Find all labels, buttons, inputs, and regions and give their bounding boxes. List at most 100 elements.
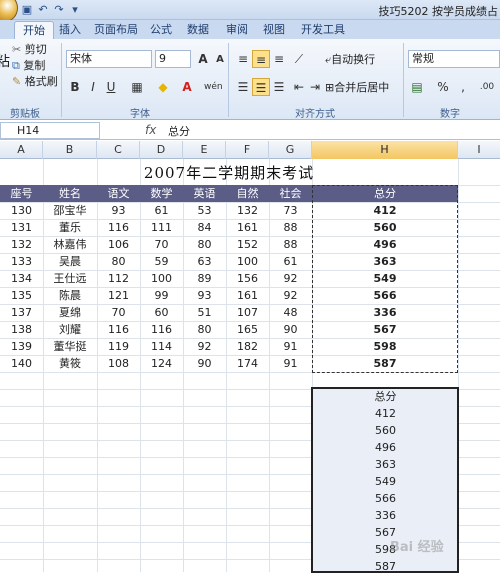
save-icon[interactable]: ▣: [20, 3, 34, 16]
column-header-d[interactable]: D: [140, 141, 183, 159]
cell-science[interactable]: 165: [226, 321, 269, 338]
column-header-h[interactable]: H: [312, 141, 458, 159]
grow-font-icon[interactable]: A: [194, 50, 212, 68]
tab-home[interactable]: 开始: [14, 21, 54, 39]
column-header-g[interactable]: G: [269, 141, 312, 159]
cell-seat[interactable]: 134: [0, 270, 43, 287]
cell-seat[interactable]: 140: [0, 355, 43, 372]
cell-social[interactable]: 88: [269, 236, 312, 253]
format-painter-button[interactable]: ✎ 格式刷: [12, 74, 58, 89]
customize-icon[interactable]: ▾: [68, 3, 82, 16]
comma-icon[interactable]: ,: [454, 78, 472, 96]
fill-color-icon[interactable]: ◆: [154, 78, 172, 96]
cell-chinese[interactable]: 121: [97, 287, 140, 304]
cell-seat[interactable]: 135: [0, 287, 43, 304]
cell-math[interactable]: 114: [140, 338, 183, 355]
cell-math[interactable]: 60: [140, 304, 183, 321]
cell-name[interactable]: 黄筱: [43, 355, 97, 372]
cell-social[interactable]: 91: [269, 338, 312, 355]
header-chinese[interactable]: 语文: [97, 185, 140, 202]
percent-icon[interactable]: %: [434, 78, 452, 96]
cell-social[interactable]: 61: [269, 253, 312, 270]
cell-name[interactable]: 董乐: [43, 219, 97, 236]
increase-indent-icon[interactable]: ⇥: [306, 78, 324, 96]
cell-science[interactable]: 152: [226, 236, 269, 253]
name-box[interactable]: H14: [0, 122, 100, 139]
cell-seat[interactable]: 138: [0, 321, 43, 338]
tab-insert[interactable]: 插入: [55, 21, 85, 39]
tab-data[interactable]: 数据: [183, 21, 213, 39]
cell-math[interactable]: 61: [140, 202, 183, 219]
paste-button[interactable]: 粘: [0, 55, 10, 70]
increase-decimal-icon[interactable]: .00: [474, 78, 500, 96]
cell-name[interactable]: 林嘉伟: [43, 236, 97, 253]
font-color-icon[interactable]: A: [178, 78, 196, 96]
cell-seat[interactable]: 130: [0, 202, 43, 219]
cell-social[interactable]: 48: [269, 304, 312, 321]
orientation-icon[interactable]: ⟋: [290, 50, 308, 68]
cell-name[interactable]: 刘耀: [43, 321, 97, 338]
italic-button[interactable]: I: [84, 78, 102, 96]
underline-button[interactable]: U: [102, 78, 120, 96]
cell-math[interactable]: 111: [140, 219, 183, 236]
cell-social[interactable]: 92: [269, 270, 312, 287]
cell-chinese[interactable]: 80: [97, 253, 140, 270]
align-middle-icon[interactable]: ≡: [252, 50, 270, 68]
tab-formulas[interactable]: 公式: [146, 21, 176, 39]
align-bottom-icon[interactable]: ≡: [270, 50, 288, 68]
header-english[interactable]: 英语: [183, 185, 226, 202]
column-header-i[interactable]: I: [458, 141, 500, 159]
cell-math[interactable]: 100: [140, 270, 183, 287]
cell-seat[interactable]: 133: [0, 253, 43, 270]
cell-name[interactable]: 邵宝华: [43, 202, 97, 219]
cell-name[interactable]: 董华挺: [43, 338, 97, 355]
cell-name[interactable]: 吴晨: [43, 253, 97, 270]
merge-center-button[interactable]: ⊞合并后居中: [325, 80, 389, 95]
cell-science[interactable]: 174: [226, 355, 269, 372]
cell-chinese[interactable]: 112: [97, 270, 140, 287]
header-social[interactable]: 社会: [269, 185, 312, 202]
cell-chinese[interactable]: 108: [97, 355, 140, 372]
cell-name[interactable]: 夏绵: [43, 304, 97, 321]
font-name-select[interactable]: 宋体: [66, 50, 152, 68]
cell-english[interactable]: 84: [183, 219, 226, 236]
cell-english[interactable]: 80: [183, 321, 226, 338]
header-math[interactable]: 数学: [140, 185, 183, 202]
align-left-icon[interactable]: ☰: [234, 78, 252, 96]
tab-review[interactable]: 审阅: [222, 21, 252, 39]
align-center-icon[interactable]: ☰: [252, 78, 270, 96]
cell-chinese[interactable]: 70: [97, 304, 140, 321]
cell-name[interactable]: 陈晨: [43, 287, 97, 304]
align-right-icon[interactable]: ☰: [270, 78, 288, 96]
cell-science[interactable]: 107: [226, 304, 269, 321]
cell-social[interactable]: 88: [269, 219, 312, 236]
cell-seat[interactable]: 139: [0, 338, 43, 355]
cell-english[interactable]: 93: [183, 287, 226, 304]
office-button[interactable]: [0, 0, 18, 22]
cell-english[interactable]: 80: [183, 236, 226, 253]
phonetic-icon[interactable]: wén: [204, 78, 223, 96]
column-header-f[interactable]: F: [226, 141, 269, 159]
cell-chinese[interactable]: 116: [97, 321, 140, 338]
bold-button[interactable]: B: [66, 78, 84, 96]
cell-english[interactable]: 92: [183, 338, 226, 355]
worksheet-grid[interactable]: 2007年二学期期末考试 座号 姓名 语文 数学 英语 自然 社会 总分 130…: [0, 159, 500, 573]
wrap-text-button[interactable]: ⤶自动换行: [325, 52, 375, 67]
cell-math[interactable]: 70: [140, 236, 183, 253]
cell-chinese[interactable]: 93: [97, 202, 140, 219]
tab-developer[interactable]: 开发工具: [297, 21, 349, 39]
cell-math[interactable]: 124: [140, 355, 183, 372]
cell-chinese[interactable]: 106: [97, 236, 140, 253]
cut-button[interactable]: ✂ 剪切: [12, 42, 47, 57]
align-top-icon[interactable]: ≡: [234, 50, 252, 68]
cell-science[interactable]: 100: [226, 253, 269, 270]
column-header-e[interactable]: E: [183, 141, 226, 159]
shrink-font-icon[interactable]: A: [211, 51, 229, 69]
column-header-b[interactable]: B: [43, 141, 97, 159]
cell-chinese[interactable]: 119: [97, 338, 140, 355]
cell-social[interactable]: 73: [269, 202, 312, 219]
cell-chinese[interactable]: 116: [97, 219, 140, 236]
cell-math[interactable]: 59: [140, 253, 183, 270]
cell-seat[interactable]: 137: [0, 304, 43, 321]
cell-science[interactable]: 161: [226, 219, 269, 236]
